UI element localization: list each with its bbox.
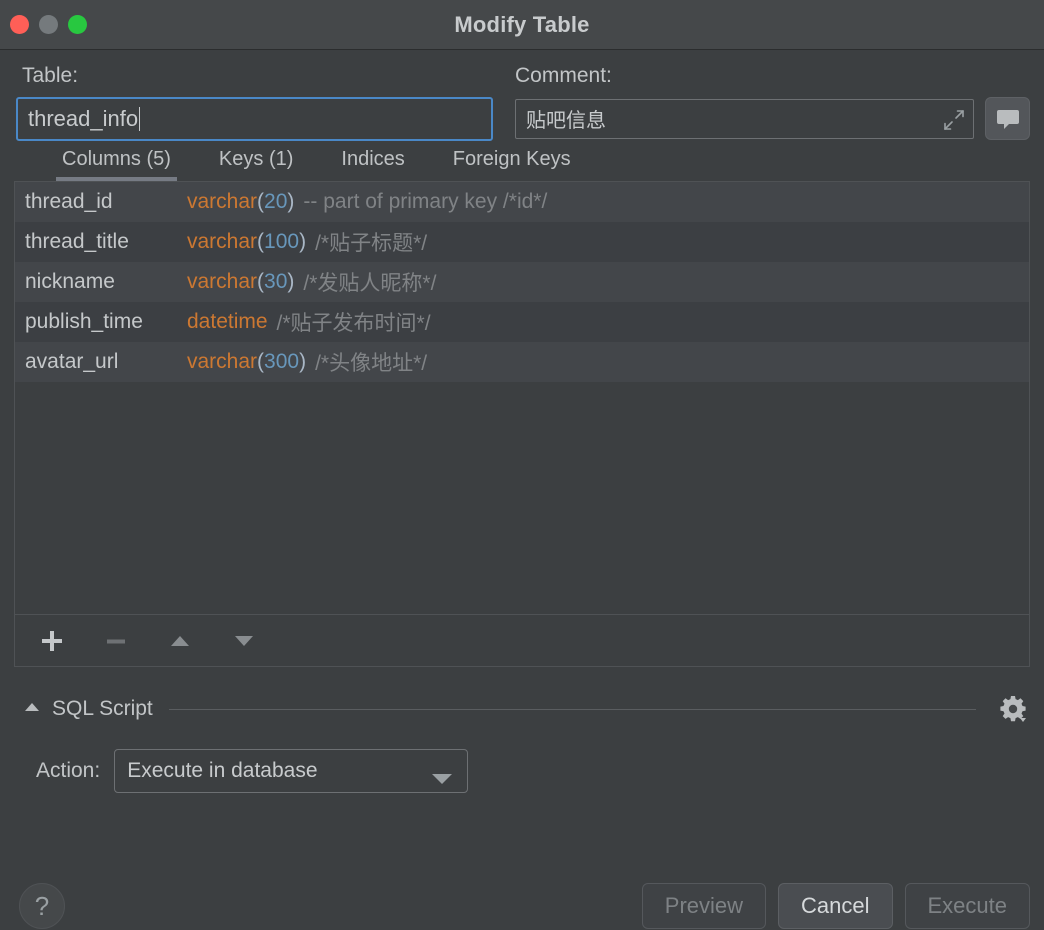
- column-length: (20): [257, 190, 295, 213]
- table-field-group: Table: thread_info: [14, 50, 509, 141]
- comment-editor-button[interactable]: [985, 97, 1030, 140]
- column-type: varchar: [187, 350, 258, 373]
- move-up-button[interactable]: [165, 626, 195, 656]
- action-row: Action: Execute in database: [0, 725, 1044, 793]
- table-row[interactable]: thread_id varchar (20) -- part of primary k…: [15, 182, 1029, 222]
- column-comment: /*发贴人昵称*/: [303, 272, 437, 295]
- column-name: thread_title: [25, 230, 129, 253]
- sql-script-section[interactable]: SQL Script: [0, 667, 1044, 725]
- column-name: publish_time: [25, 310, 143, 333]
- dialog-footer: ? Preview Cancel Execute: [0, 868, 1044, 930]
- table-row[interactable]: avatar_url varchar (300) /*头像地址*/: [15, 342, 1029, 382]
- action-label: Action:: [36, 759, 101, 782]
- arrow-down-icon: [235, 635, 253, 646]
- table-name-value: thread_info: [28, 106, 139, 131]
- speech-bubble-icon: [996, 109, 1019, 129]
- tab-indices[interactable]: Indices: [317, 148, 428, 181]
- column-comment: -- part of primary key /*id*/: [303, 190, 548, 213]
- triangle-up-icon[interactable]: [22, 697, 42, 722]
- column-comment: /*贴子标题*/: [315, 232, 428, 255]
- table-form-row: Table: thread_info Comment: 贴吧信息: [0, 50, 1044, 141]
- cancel-button[interactable]: Cancel: [778, 883, 893, 929]
- column-comment: /*贴子发布时间*/: [276, 312, 431, 335]
- comment-input[interactable]: 贴吧信息: [515, 98, 974, 139]
- table-row[interactable]: nickname varchar (30) /*发贴人昵称*/: [15, 262, 1029, 302]
- column-length: (300): [257, 350, 307, 373]
- window-title: Modify Table: [454, 11, 590, 37]
- column-name: nickname: [25, 270, 115, 293]
- column-length: (100): [257, 230, 307, 253]
- gear-icon: [1000, 696, 1026, 722]
- table-name-input[interactable]: thread_info: [16, 97, 493, 141]
- column-comment: /*头像地址*/: [315, 352, 428, 375]
- expand-diagonal-icon[interactable]: [943, 109, 965, 137]
- column-length: (30): [257, 270, 295, 293]
- table-editor-tabs: Columns (5) Keys (1) Indices Foreign Key…: [0, 141, 1044, 181]
- column-name: avatar_url: [25, 350, 119, 373]
- minimize-button[interactable]: [39, 15, 58, 34]
- comment-label: Comment:: [515, 64, 612, 87]
- sql-script-title: SQL Script: [52, 697, 153, 720]
- arrow-up-icon: [171, 635, 189, 646]
- comment-value: 贴吧信息: [526, 110, 606, 132]
- action-select[interactable]: Execute in database: [114, 749, 469, 793]
- add-column-button[interactable]: [37, 626, 67, 656]
- table-row[interactable]: publish_time datetime /*贴子发布时间*/: [15, 302, 1029, 342]
- tab-columns[interactable]: Columns (5): [38, 148, 195, 181]
- maximize-button[interactable]: [68, 15, 87, 34]
- table-label: Table:: [22, 64, 79, 87]
- columns-toolbar: [15, 614, 1029, 666]
- sql-settings-button[interactable]: [996, 692, 1030, 726]
- text-caret: [139, 107, 141, 131]
- tab-keys[interactable]: Keys (1): [195, 148, 317, 181]
- help-button[interactable]: ?: [19, 883, 65, 929]
- plus-icon: [42, 630, 62, 651]
- dialog-actions: Preview Cancel Execute: [641, 883, 1030, 929]
- move-down-button[interactable]: [229, 626, 259, 656]
- modify-table-dialog: Modify Table Table: thread_info Comment:…: [0, 0, 1044, 930]
- column-type: datetime: [187, 310, 268, 333]
- preview-button[interactable]: Preview: [641, 883, 767, 929]
- window-controls: [0, 15, 87, 34]
- sql-script-divider: [168, 708, 976, 710]
- title-bar: Modify Table: [0, 0, 1044, 50]
- column-type: varchar: [187, 270, 258, 293]
- close-button[interactable]: [10, 15, 29, 34]
- table-row[interactable]: thread_title varchar (100) /*贴子标题*/: [15, 222, 1029, 262]
- column-name: thread_id: [25, 190, 113, 213]
- column-type: varchar: [187, 230, 258, 253]
- columns-panel: thread_id varchar (20) -- part of primary k…: [14, 181, 1030, 667]
- column-type: varchar: [187, 190, 258, 213]
- tab-foreign-keys[interactable]: Foreign Keys: [429, 148, 595, 181]
- execute-button[interactable]: Execute: [904, 883, 1030, 929]
- action-value: Execute in database: [127, 759, 318, 782]
- columns-list[interactable]: thread_id varchar (20) -- part of primary k…: [15, 182, 1029, 614]
- minus-icon: [107, 639, 125, 643]
- chevron-down-icon: [431, 768, 453, 792]
- comment-field-group: Comment: 贴吧信息: [509, 50, 1030, 141]
- remove-column-button[interactable]: [101, 626, 131, 656]
